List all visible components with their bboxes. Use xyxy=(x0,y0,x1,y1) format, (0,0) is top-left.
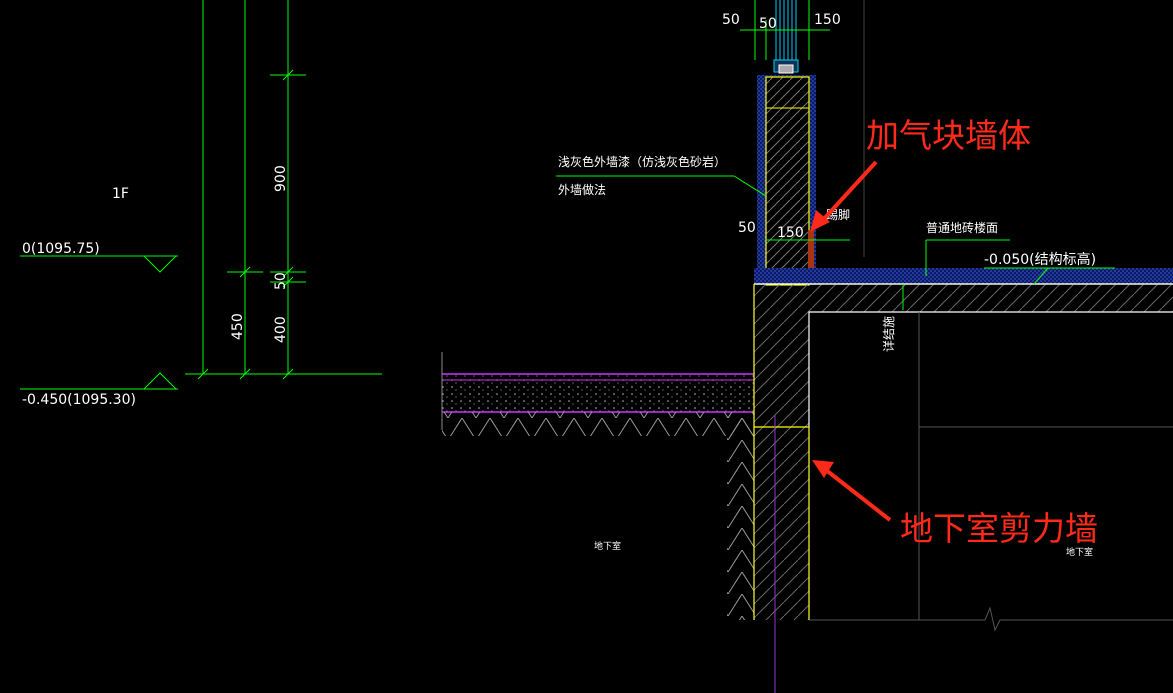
cad-drawing-canvas: 1F 0(1095.75) -0.450(1095.30) 900 50 400… xyxy=(20,0,1173,693)
window-frame xyxy=(773,0,799,74)
floor-finish-layer xyxy=(754,268,1173,285)
floor-label: 1F xyxy=(112,186,129,202)
dim-top-50b: 50 xyxy=(759,16,777,32)
annotation-aerated-block-wall: 加气块墙体 xyxy=(866,116,1031,155)
interior-lines xyxy=(809,312,1173,632)
dim-top-150: 150 xyxy=(814,12,841,28)
basement-structure xyxy=(753,283,1173,620)
arrow-shear-wall xyxy=(812,460,892,522)
dim-450-label: 450 xyxy=(230,313,246,340)
note-structure: 详结施 xyxy=(881,316,896,352)
elev-structure-label: -0.050(结构标高) xyxy=(984,251,1096,268)
upper-block-wall xyxy=(757,75,816,286)
elevation-marker-top xyxy=(20,255,178,273)
room-basement-left: 地下室 xyxy=(594,540,621,552)
note-floor: 普通地砖楼面 xyxy=(926,220,998,235)
dim-400-label: 400 xyxy=(273,316,289,343)
note-paint: 浅灰色外墙漆（仿浅灰色砂岩） xyxy=(558,154,726,169)
note-wall-method: 外墙做法 xyxy=(558,182,606,197)
dim-50-left-label: 50 xyxy=(273,272,289,290)
top-dimension-lines xyxy=(740,0,830,60)
elevation-marker-bottom xyxy=(20,372,178,390)
annotation-basement-shear-wall: 地下室剪力墙 xyxy=(900,509,1098,548)
dim-900-label: 900 xyxy=(273,165,289,192)
dim-top-50a: 50 xyxy=(722,12,740,28)
dim-50-mid: 50 xyxy=(738,220,756,236)
elevation-top-label: 0(1095.75) xyxy=(22,241,100,257)
earth-fill-along-wall xyxy=(727,412,754,620)
dim-150-mid: 150 xyxy=(777,225,804,241)
exterior-ground-slab xyxy=(441,352,754,436)
elevation-bottom-label: -0.450(1095.30) xyxy=(22,392,136,408)
